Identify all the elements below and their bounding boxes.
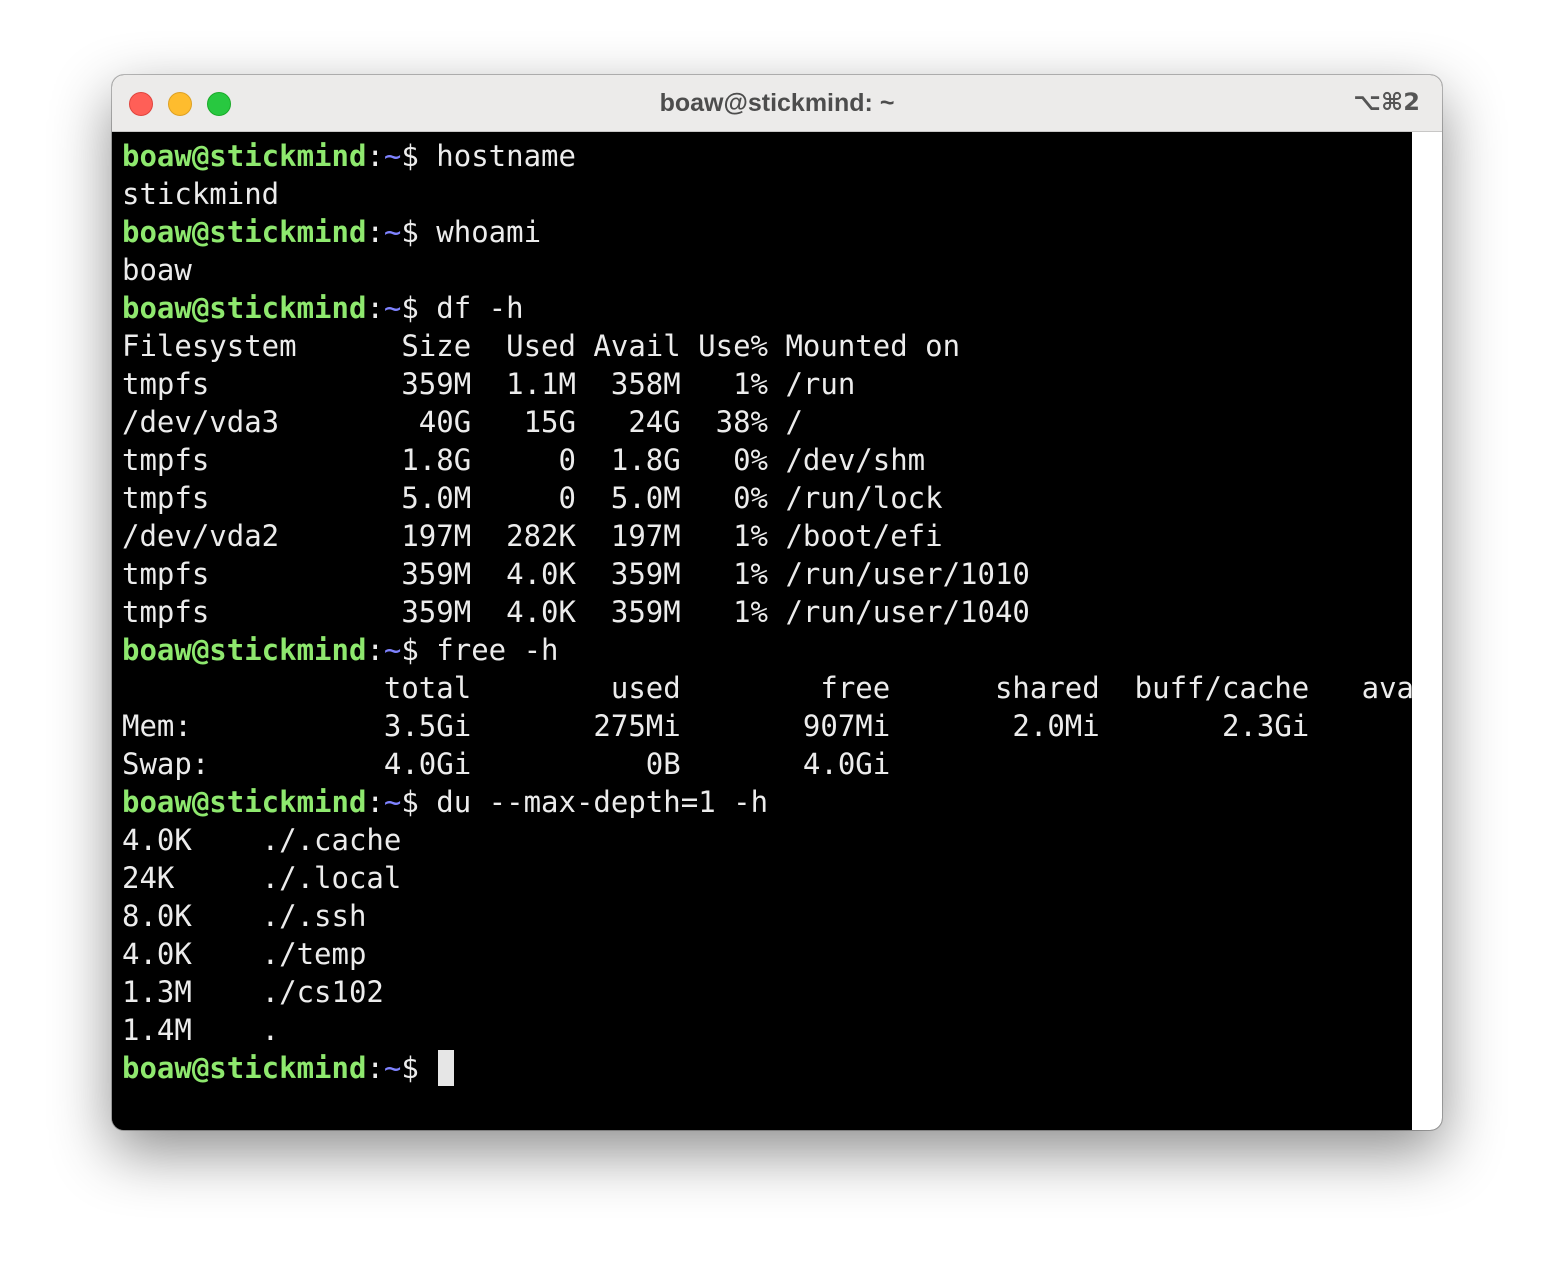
window-title: boaw@stickmind: ~ xyxy=(659,89,895,117)
prompt-separator: : xyxy=(366,139,384,173)
output-text: tmpfs 1.8G 0 1.8G 0% /dev/shm xyxy=(122,443,926,477)
output-text: stickmind xyxy=(122,177,280,211)
prompt-symbol: $ xyxy=(401,1051,437,1085)
output-text: Filesystem Size Used Avail Use% Mounted … xyxy=(122,329,961,363)
output-text: Swap: 4.0Gi 0B 4.0Gi xyxy=(122,747,891,781)
output-text: boaw xyxy=(122,253,192,287)
output-text: total used free shared buff/cache availa… xyxy=(122,671,1442,705)
command-line: boaw@stickmind:~$ du --max-depth=1 -h xyxy=(122,783,1442,821)
output-line: boaw xyxy=(122,251,1442,289)
output-line: Swap: 4.0Gi 0B 4.0Gi xyxy=(122,745,1442,783)
output-text: 4.0K ./temp xyxy=(122,937,367,971)
output-text: Mem: 3.5Gi 275Mi 907Mi 2.0Mi 2.3Gi 3.0Gi xyxy=(122,709,1442,743)
output-line: 1.3M ./cs102 xyxy=(122,973,1442,1011)
prompt-separator: : xyxy=(366,291,384,325)
scrollbar-gutter[interactable] xyxy=(1412,132,1442,1130)
prompt-path: ~ xyxy=(383,785,402,819)
output-line: total used free shared buff/cache availa… xyxy=(122,669,1442,707)
output-text: tmpfs 359M 4.0K 359M 1% /run/user/1010 xyxy=(122,557,1030,591)
prompt-user-host: boaw@stickmind xyxy=(122,291,367,325)
output-text: /dev/vda2 197M 282K 197M 1% /boot/efi xyxy=(122,519,943,553)
output-text: tmpfs 5.0M 0 5.0M 0% /run/lock xyxy=(122,481,943,515)
prompt-symbol: $ xyxy=(401,215,437,249)
text-cursor[interactable] xyxy=(438,1050,455,1086)
output-text: 4.0K ./.cache xyxy=(122,823,402,857)
terminal-output[interactable]: boaw@stickmind:~$ hostname stickmind boaw@… xyxy=(112,132,1442,1130)
terminal-lines: boaw@stickmind:~$ hostname stickmind boaw@… xyxy=(122,137,1442,1087)
output-line: /dev/vda2 197M 282K 197M 1% /boot/efi xyxy=(122,517,1442,555)
command-text: whoami xyxy=(436,215,542,249)
prompt-symbol: $ xyxy=(401,291,437,325)
output-line: 24K ./.local xyxy=(122,859,1442,897)
title-bar: boaw@stickmind: ~ ⌥⌘2 xyxy=(112,75,1442,132)
output-line: Filesystem Size Used Avail Use% Mounted … xyxy=(122,327,1442,365)
command-line: boaw@stickmind:~$ df -h xyxy=(122,289,1442,327)
output-text: 8.0K ./.ssh xyxy=(122,899,367,933)
command-text: df -h xyxy=(436,291,524,325)
command-line: boaw@stickmind:~$ xyxy=(122,1049,1442,1087)
output-line: tmpfs 1.8G 0 1.8G 0% /dev/shm xyxy=(122,441,1442,479)
prompt-path: ~ xyxy=(383,215,402,249)
prompt-separator: : xyxy=(366,215,384,249)
output-line: tmpfs 359M 4.0K 359M 1% /run/user/1010 xyxy=(122,555,1442,593)
prompt-symbol: $ xyxy=(401,633,437,667)
prompt-user-host: boaw@stickmind xyxy=(122,215,367,249)
output-line: 4.0K ./temp xyxy=(122,935,1442,973)
output-text: 1.4M . xyxy=(122,1013,280,1047)
output-line: tmpfs 359M 1.1M 358M 1% /run xyxy=(122,365,1442,403)
prompt-separator: : xyxy=(366,1051,384,1085)
prompt-separator: : xyxy=(366,633,384,667)
output-line: Mem: 3.5Gi 275Mi 907Mi 2.0Mi 2.3Gi 3.0Gi xyxy=(122,707,1442,745)
prompt-path: ~ xyxy=(383,139,402,173)
prompt-user-host: boaw@stickmind xyxy=(122,633,367,667)
prompt-user-host: boaw@stickmind xyxy=(122,139,367,173)
command-text: free -h xyxy=(436,633,559,667)
output-line: 1.4M . xyxy=(122,1011,1442,1049)
command-line: boaw@stickmind:~$ free -h xyxy=(122,631,1442,669)
terminal-window: boaw@stickmind: ~ ⌥⌘2 boaw@stickmind:~$ … xyxy=(112,75,1442,1130)
output-text: tmpfs 359M 1.1M 358M 1% /run xyxy=(122,367,856,401)
prompt-separator: : xyxy=(366,785,384,819)
command-line: boaw@stickmind:~$ whoami xyxy=(122,213,1442,251)
command-text: du --max-depth=1 -h xyxy=(436,785,769,819)
prompt-path: ~ xyxy=(383,291,402,325)
output-text: 1.3M ./cs102 xyxy=(122,975,384,1009)
output-text: 24K ./.local xyxy=(122,861,402,895)
prompt-symbol: $ xyxy=(401,139,437,173)
prompt-path: ~ xyxy=(383,1051,402,1085)
output-line: tmpfs 359M 4.0K 359M 1% /run/user/1040 xyxy=(122,593,1442,631)
output-text: tmpfs 359M 4.0K 359M 1% /run/user/1040 xyxy=(122,595,1030,629)
output-line: 4.0K ./.cache xyxy=(122,821,1442,859)
output-line: /dev/vda3 40G 15G 24G 38% / xyxy=(122,403,1442,441)
prompt-path: ~ xyxy=(383,633,402,667)
output-line: 8.0K ./.ssh xyxy=(122,897,1442,935)
command-text: hostname xyxy=(436,139,576,173)
output-text: /dev/vda3 40G 15G 24G 38% / xyxy=(122,405,803,439)
prompt-user-host: boaw@stickmind xyxy=(122,785,367,819)
window-shortcut: ⌥⌘2 xyxy=(1353,88,1420,116)
output-line: stickmind xyxy=(122,175,1442,213)
command-line: boaw@stickmind:~$ hostname xyxy=(122,137,1442,175)
prompt-symbol: $ xyxy=(401,785,437,819)
prompt-user-host: boaw@stickmind xyxy=(122,1051,367,1085)
output-line: tmpfs 5.0M 0 5.0M 0% /run/lock xyxy=(122,479,1442,517)
